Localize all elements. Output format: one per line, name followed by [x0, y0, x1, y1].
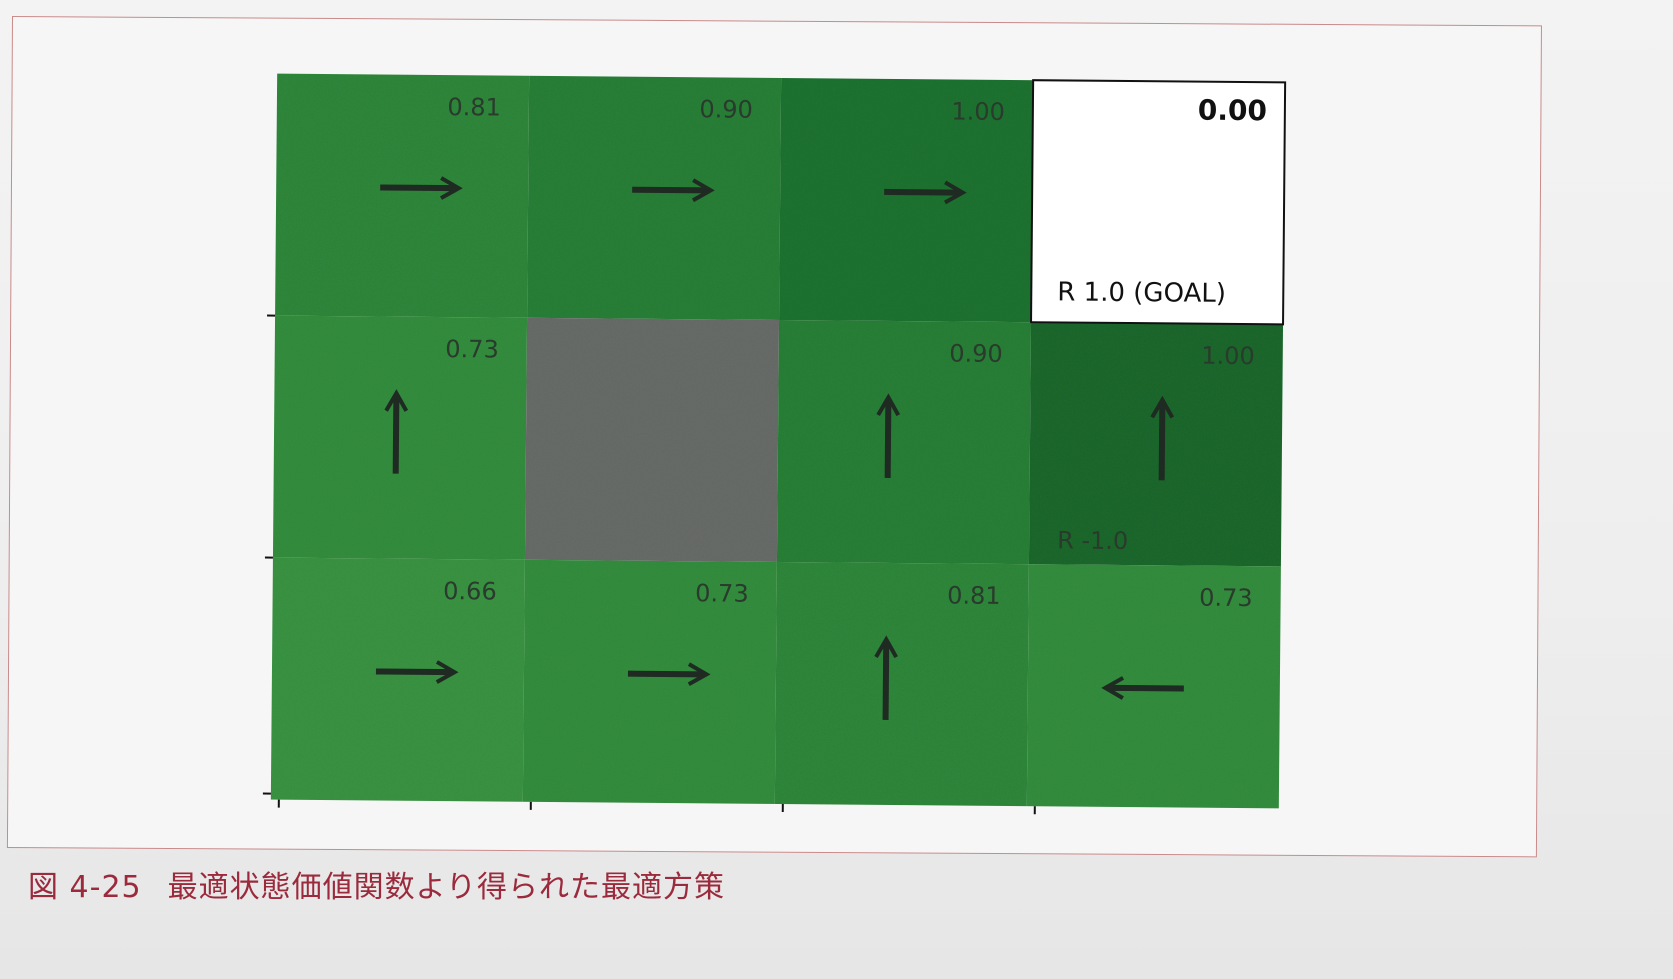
cell-value-label: 1.00	[1201, 342, 1255, 370]
policy-arrow-right-icon	[884, 180, 967, 205]
policy-arrow-right-icon	[627, 662, 711, 687]
grid-cell-r1-c1	[524, 317, 780, 562]
policy-arrow-right-icon	[380, 176, 463, 200]
policy-arrow-left-icon	[1101, 676, 1184, 700]
policy-arrow-up-icon	[874, 635, 898, 720]
cell-value-label: 1.00	[951, 97, 1005, 125]
policy-arrow-right-icon	[375, 660, 459, 684]
cell-value-label: 0.81	[447, 93, 501, 121]
cell-value-label: 0.66	[443, 577, 497, 605]
policy-arrow-up-icon	[384, 389, 409, 474]
cell-value-label: 0.90	[949, 339, 1003, 367]
grid-group: 0.81 0.90 1.00 0.00 R 1.0 (GOAL) 0.73 0.90 1.00…	[262, 73, 1287, 815]
cell-value-label: 0.73	[1199, 584, 1253, 612]
cell-value-label: 0.73	[445, 335, 499, 363]
page-background: 0.81 0.90 1.00 0.00 R 1.0 (GOAL) 0.73 0.90 1.00…	[0, 0, 1673, 979]
figure-caption: 図 4-25 最適状態価値関数より得られた最適方策	[28, 862, 725, 906]
cell-reward-label: R 1.0 (GOAL)	[1057, 277, 1226, 308]
cell-value-label: 0.00	[1198, 94, 1267, 128]
cell-value-label: 0.90	[699, 95, 753, 123]
cell-value-label: 0.73	[695, 579, 749, 607]
gridworld-figure: 0.81 0.90 1.00 0.00 R 1.0 (GOAL) 0.73 0.90 1.00…	[262, 73, 1287, 815]
policy-arrow-up-icon	[1150, 395, 1175, 481]
figure-number: 図 4-25	[28, 870, 142, 905]
cell-reward-label: R -1.0	[1057, 526, 1128, 555]
policy-arrow-right-icon	[632, 178, 715, 203]
policy-arrow-up-icon	[876, 393, 901, 478]
figure-caption-text: 最適状態価値関数より得られた最適方策	[167, 870, 726, 905]
cell-value-label: 0.81	[947, 581, 1001, 609]
